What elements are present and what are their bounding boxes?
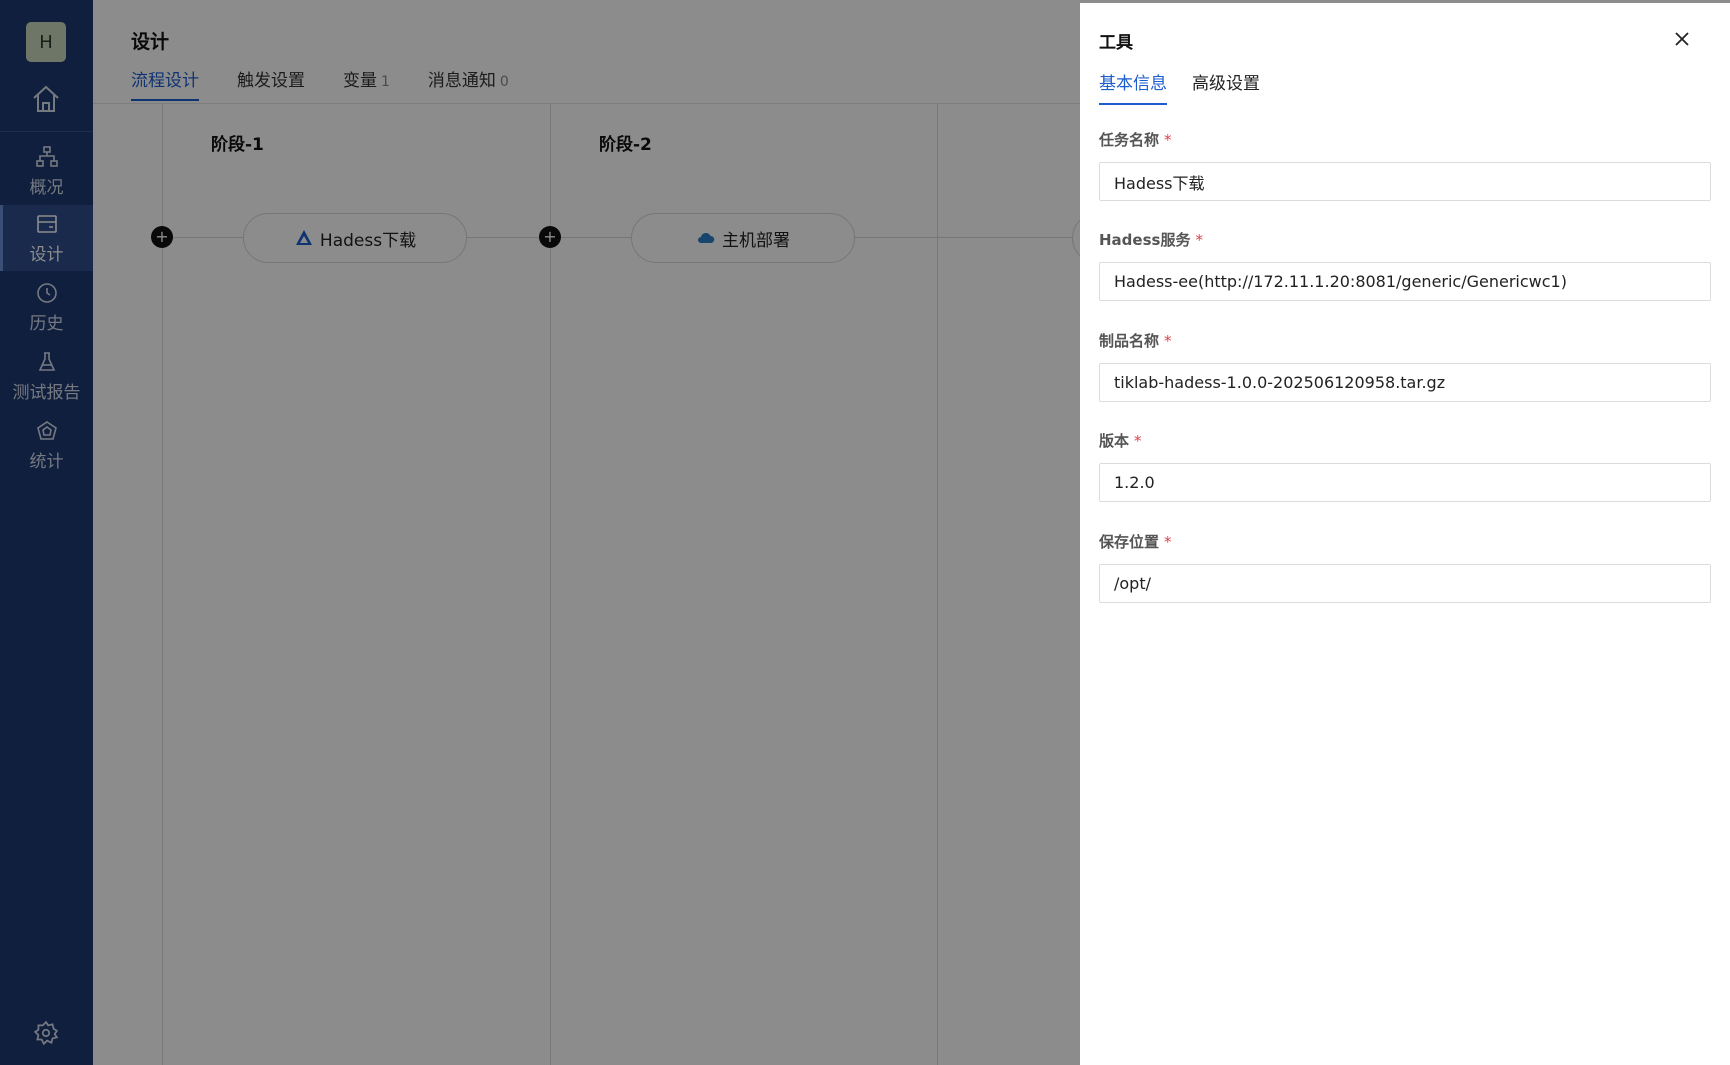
version-input[interactable] xyxy=(1099,463,1711,502)
close-icon[interactable] xyxy=(1672,29,1692,49)
required-mark: * xyxy=(1164,131,1172,149)
field-label-text: Hadess服务 xyxy=(1099,231,1191,249)
field-label-text: 任务名称 xyxy=(1099,131,1160,149)
tab-advanced-settings[interactable]: 高级设置 xyxy=(1192,69,1260,105)
artifact-name-input[interactable] xyxy=(1099,363,1711,402)
tab-basic-info[interactable]: 基本信息 xyxy=(1099,69,1167,105)
hadess-service-select[interactable] xyxy=(1099,262,1711,301)
drawer-title: 工具 xyxy=(1099,33,1133,53)
save-location-label: 保存位置 * xyxy=(1099,531,1172,552)
tab-label: 基本信息 xyxy=(1099,74,1167,94)
tab-label: 高级设置 xyxy=(1192,74,1260,94)
required-mark: * xyxy=(1164,533,1172,551)
tool-drawer: 工具 基本信息 高级设置 任务名称* Hadess服务* 制品名称* 版本* 保… xyxy=(1080,3,1730,1065)
version-label: 版本 * xyxy=(1099,430,1142,451)
hadess-service-label: Hadess服务 * xyxy=(1099,229,1203,250)
required-mark: * xyxy=(1134,432,1142,450)
field-label-text: 版本 xyxy=(1099,432,1130,450)
required-mark: * xyxy=(1195,231,1203,249)
required-mark: * xyxy=(1164,332,1172,350)
field-label-text: 制品名称 xyxy=(1099,332,1160,350)
task-name-input[interactable] xyxy=(1099,162,1711,201)
artifact-name-label: 制品名称 * xyxy=(1099,330,1172,351)
save-location-input[interactable] xyxy=(1099,564,1711,603)
field-label-text: 保存位置 xyxy=(1099,533,1160,551)
task-name-label: 任务名称 * xyxy=(1099,129,1172,150)
drawer-tabs: 基本信息 高级设置 xyxy=(1099,69,1285,105)
